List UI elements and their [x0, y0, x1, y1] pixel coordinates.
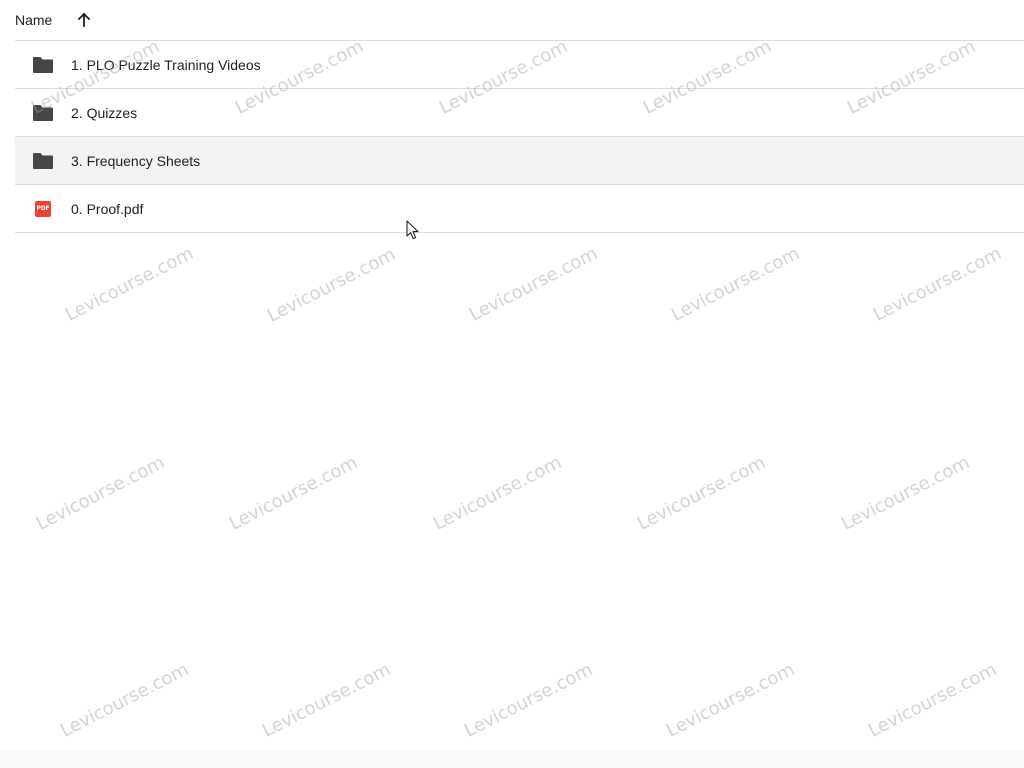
- watermark: Levicourse.com: [870, 243, 1005, 326]
- watermark: Levicourse.com: [634, 452, 769, 535]
- watermark: Levicourse.com: [62, 243, 197, 326]
- arrow-up-icon: [78, 13, 91, 27]
- watermark: Levicourse.com: [461, 659, 596, 742]
- watermark: Levicourse.com: [663, 659, 798, 742]
- file-name: 2. Quizzes: [71, 104, 138, 121]
- watermark: Levicourse.com: [226, 452, 361, 535]
- watermark: Levicourse.com: [668, 243, 803, 326]
- folder-icon: [32, 102, 54, 124]
- folder-icon: [32, 54, 54, 76]
- file-row-frequency-sheets[interactable]: 3. Frequency Sheets: [15, 137, 1024, 185]
- watermark: Levicourse.com: [838, 452, 973, 535]
- watermark: Levicourse.com: [264, 244, 399, 327]
- file-row-proof-pdf[interactable]: PDF 0. Proof.pdf: [15, 185, 1024, 233]
- pdf-badge: PDF: [35, 200, 51, 217]
- file-name: 3. Frequency Sheets: [71, 152, 201, 169]
- watermark: Levicourse.com: [259, 659, 394, 742]
- bottom-strip: [0, 750, 1024, 768]
- pdf-icon: PDF: [32, 198, 54, 220]
- watermark: Levicourse.com: [865, 659, 1000, 742]
- watermark: Levicourse.com: [466, 243, 601, 326]
- watermark: Levicourse.com: [57, 659, 192, 742]
- pdf-badge-text: PDF: [36, 205, 50, 212]
- sort-direction-button[interactable]: [72, 8, 96, 32]
- watermark: Levicourse.com: [33, 452, 168, 535]
- file-name: 0. Proof.pdf: [71, 200, 144, 217]
- list-header: Name: [15, 0, 1024, 41]
- watermark: Levicourse.com: [430, 452, 565, 535]
- name-column-header[interactable]: Name: [15, 12, 52, 28]
- file-name: 1. PLO Puzzle Training Videos: [71, 56, 261, 73]
- file-list: 1. PLO Puzzle Training Videos 2. Quizzes…: [15, 41, 1024, 233]
- file-row-plo-puzzle-training-videos[interactable]: 1. PLO Puzzle Training Videos: [15, 41, 1024, 89]
- file-browser: Name 1. PLO Puzzle Training Videos 2. Qu…: [0, 0, 1024, 768]
- file-row-quizzes[interactable]: 2. Quizzes: [15, 89, 1024, 137]
- folder-icon: [32, 150, 54, 172]
